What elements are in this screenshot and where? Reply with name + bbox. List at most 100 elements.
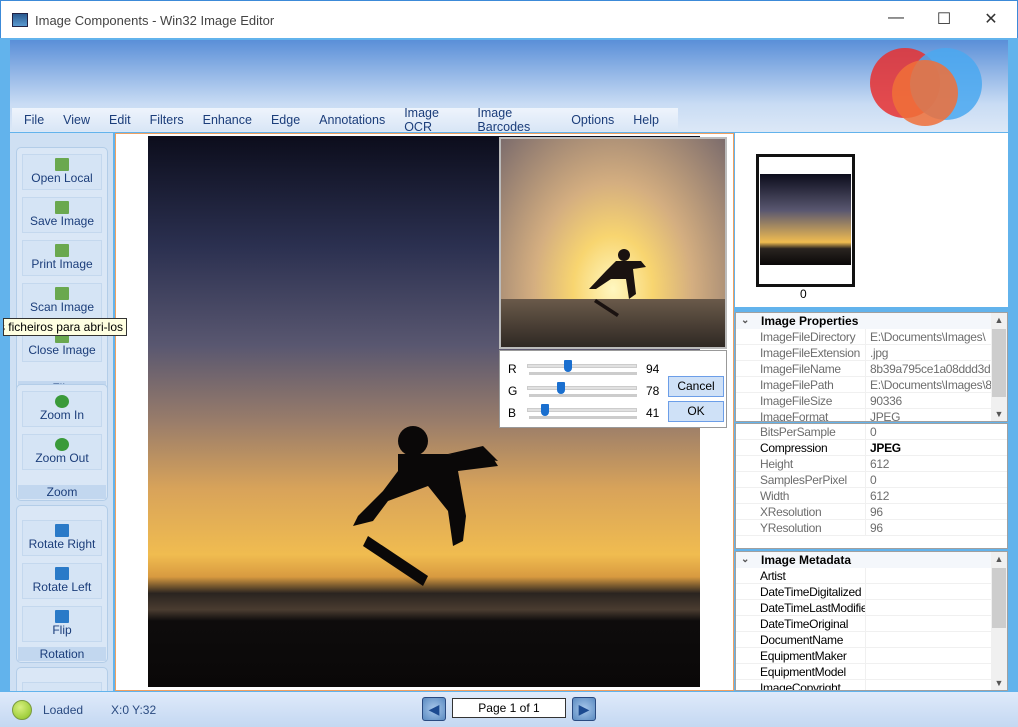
grid-category-header[interactable]: ⌄ Image Properties <box>736 313 1007 329</box>
property-row[interactable]: DateTimeOriginal <box>736 616 1007 632</box>
property-value[interactable] <box>866 632 1007 648</box>
rgb-adjust-dialog: R 94 G 78 B 41 Cancel OK <box>499 350 727 428</box>
category-title: Image Metadata <box>761 553 852 567</box>
menu-edit[interactable]: Edit <box>109 113 131 127</box>
toolbar-button-rotate-left[interactable]: Rotate Left <box>22 563 102 599</box>
toolbar-button-flip[interactable]: Flip <box>22 606 102 642</box>
property-value[interactable]: 8b39a795ce1a08ddd3db0 <box>866 361 1007 377</box>
property-row[interactable]: SamplesPerPixel 0 <box>736 472 1007 488</box>
close-button[interactable]: ✕ <box>976 9 1006 29</box>
property-row[interactable]: EquipmentMaker <box>736 648 1007 664</box>
property-value[interactable] <box>866 568 1007 584</box>
property-row[interactable]: ImageFileExtension .jpg <box>736 345 1007 361</box>
vertical-scrollbar[interactable]: ▲ ▼ <box>991 313 1007 421</box>
scroll-thumb[interactable] <box>992 329 1006 397</box>
toolbar-button-rotate-right[interactable]: Rotate Right <box>22 520 102 556</box>
property-value[interactable]: 0 <box>866 472 1007 488</box>
property-name: Height <box>736 456 866 472</box>
preview-silhouette <box>589 249 646 317</box>
menu-image-barcodes[interactable]: Image Barcodes <box>477 106 552 134</box>
scroll-down-icon[interactable]: ▼ <box>991 409 1007 419</box>
toolbar-button-zoom-out[interactable]: Zoom Out <box>22 434 102 470</box>
property-row[interactable]: XResolution 96 <box>736 504 1007 520</box>
slider-b[interactable] <box>527 404 637 416</box>
property-value[interactable] <box>866 584 1007 600</box>
slider-thumb[interactable] <box>541 404 550 416</box>
grid-category-header[interactable]: ⌄ Image Metadata <box>736 552 1007 568</box>
menu-file[interactable]: File <box>24 113 44 127</box>
channel-label: G <box>508 384 518 398</box>
property-row[interactable]: DateTimeDigitalized <box>736 584 1007 600</box>
property-value[interactable] <box>866 616 1007 632</box>
property-row[interactable]: ImageFileDirectory E:\Documents\Images\ <box>736 329 1007 345</box>
property-value[interactable]: 612 <box>866 456 1007 472</box>
scroll-up-icon[interactable]: ▲ <box>991 315 1007 325</box>
toolbar-button-save-image[interactable]: Save Image <box>22 197 102 233</box>
property-name: YResolution <box>736 520 866 536</box>
property-value[interactable]: .jpg <box>866 345 1007 361</box>
property-row[interactable]: YResolution 96 <box>736 520 1007 536</box>
property-value[interactable] <box>866 664 1007 680</box>
menu-edge[interactable]: Edge <box>271 113 300 127</box>
toolbar-button-scan-image[interactable]: Scan Image <box>22 283 102 319</box>
next-page-button[interactable]: ▶ <box>572 697 596 721</box>
slider-thumb[interactable] <box>557 382 566 394</box>
property-value[interactable] <box>866 680 1007 690</box>
property-value[interactable]: 612 <box>866 488 1007 504</box>
menu-filters[interactable]: Filters <box>150 113 184 127</box>
menu-help[interactable]: Help <box>633 113 659 127</box>
prev-page-button[interactable]: ◀ <box>422 697 446 721</box>
property-value[interactable]: E:\Documents\Images\ <box>866 329 1007 345</box>
cancel-button[interactable]: Cancel <box>668 376 724 397</box>
slider-r[interactable] <box>527 360 637 372</box>
property-name: DateTimeDigitalized <box>736 584 866 600</box>
property-row[interactable]: DocumentName <box>736 632 1007 648</box>
property-row[interactable]: Compression JPEG <box>736 440 1007 456</box>
property-value[interactable]: 90336 <box>866 393 1007 409</box>
page-indicator: Page 1 of 1 <box>452 698 566 718</box>
property-row[interactable]: Height 612 <box>736 456 1007 472</box>
chevron-down-icon[interactable]: ⌄ <box>741 313 749 329</box>
property-row[interactable]: ImageFormat JPEG <box>736 409 1007 421</box>
ok-button[interactable]: OK <box>668 401 724 422</box>
chevron-down-icon[interactable]: ⌄ <box>741 552 749 568</box>
property-row[interactable]: ImageFileSize 90336 <box>736 393 1007 409</box>
property-value[interactable]: 96 <box>866 504 1007 520</box>
scroll-up-icon[interactable]: ▲ <box>991 554 1007 564</box>
property-row[interactable]: ImageCopyright <box>736 680 1007 690</box>
menu-view[interactable]: View <box>63 113 90 127</box>
thumbnail-index: 0 <box>800 287 807 301</box>
vertical-scrollbar[interactable]: ▲ ▼ <box>991 552 1007 690</box>
property-value[interactable]: JPEG <box>866 440 1007 456</box>
property-value[interactable]: E:\Documents\Images\8b <box>866 377 1007 393</box>
property-row[interactable]: ImageFilePath E:\Documents\Images\8b <box>736 377 1007 393</box>
thumbnail-image[interactable] <box>760 174 851 265</box>
scroll-thumb[interactable] <box>992 568 1006 628</box>
property-row[interactable]: BitsPerSample 0 <box>736 424 1007 440</box>
property-value[interactable] <box>866 648 1007 664</box>
property-value[interactable]: 0 <box>866 424 1007 440</box>
toolbar-button-partial[interactable] <box>22 682 102 691</box>
property-value[interactable]: 96 <box>866 520 1007 536</box>
toolbar-button-zoom-in[interactable]: Zoom In <box>22 391 102 427</box>
property-row[interactable]: Artist <box>736 568 1007 584</box>
property-value[interactable]: JPEG <box>866 409 1007 421</box>
toolbar-button-open-local[interactable]: Open Local <box>22 154 102 190</box>
menu-enhance[interactable]: Enhance <box>203 113 252 127</box>
maximize-button[interactable]: ☐ <box>929 9 959 29</box>
property-value[interactable] <box>866 600 1007 616</box>
property-row[interactable]: Width 612 <box>736 488 1007 504</box>
slider-g[interactable] <box>527 382 637 394</box>
property-row[interactable]: DateTimeLastModifie <box>736 600 1007 616</box>
property-name: Width <box>736 488 866 504</box>
property-name: DateTimeLastModifie <box>736 600 866 616</box>
property-row[interactable]: EquipmentModel <box>736 664 1007 680</box>
minimize-button[interactable]: — <box>881 9 911 27</box>
menu-image-ocr[interactable]: Image OCR <box>404 106 458 134</box>
property-row[interactable]: ImageFileName 8b39a795ce1a08ddd3db0 <box>736 361 1007 377</box>
slider-thumb[interactable] <box>563 360 572 372</box>
toolbar-button-print-image[interactable]: Print Image <box>22 240 102 276</box>
menu-annotations[interactable]: Annotations <box>319 113 385 127</box>
scroll-down-icon[interactable]: ▼ <box>991 678 1007 688</box>
menu-options[interactable]: Options <box>571 113 614 127</box>
